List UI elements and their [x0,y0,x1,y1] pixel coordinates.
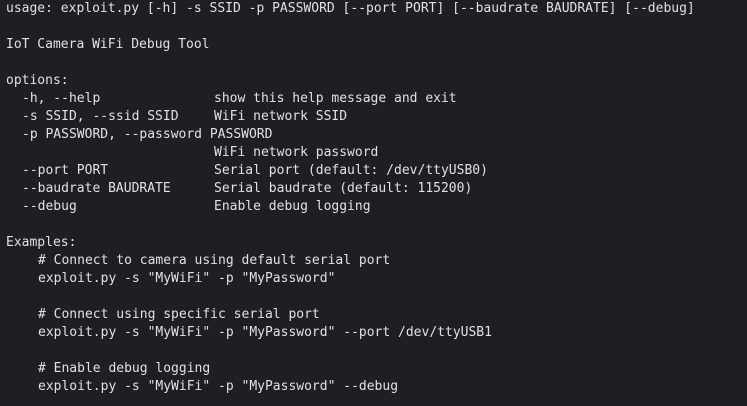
example-comment: # Enable debug logging [38,361,211,376]
usage-block: usage: exploit.py [-h] -s SSID -p PASSWO… [6,0,695,18]
option-row-port: --port PORT Serial port (default: /dev/tt… [6,162,488,180]
option-flag: --port PORT [22,163,109,178]
option-flag: --baudrate BAUDRATE [22,181,171,196]
option-help: WiFi network password [214,145,379,160]
option-row-baudrate: --baudrate BAUDRATE Serial baudrate (defa… [6,180,488,198]
description-block: IoT Camera WiFi Debug Tool [6,36,210,54]
example-command: exploit.py -s "MyWiFi" -p "MyPassword" -… [38,325,492,340]
option-help: Enable debug logging [214,199,371,214]
options-block: options: -h, --help show this help messag… [6,72,488,216]
example-comment: # Connect to camera using default serial… [38,253,391,268]
options-header: options: [6,73,69,88]
example-command: exploit.py -s "MyWiFi" -p "MyPassword" [38,271,336,286]
option-row-ssid: -s SSID, --ssid SSID WiFi network SSID [6,108,488,126]
option-help: WiFi network SSID [214,109,348,124]
option-row-debug: --debug Enable debug logging [6,198,488,216]
examples-header: Examples: [6,235,77,250]
option-row-password-help: WiFi network password [6,144,488,162]
usage-line: usage: exploit.py [-h] -s SSID -p PASSWO… [6,1,695,16]
option-flag: -s SSID, --ssid SSID [22,109,179,124]
example-command: exploit.py -s "MyWiFi" -p "MyPassword" -… [38,379,399,394]
option-flag: -h, --help [22,91,101,106]
option-help: Serial port (default: /dev/ttyUSB0) [214,163,488,178]
option-help: Serial baudrate (default: 115200) [214,181,473,196]
option-row-help: -h, --help show this help message and exi… [6,90,488,108]
tool-description: IoT Camera WiFi Debug Tool [6,37,210,52]
option-row-password: -p PASSWORD, --password PASSWORD [6,126,488,144]
option-flag: -p PASSWORD, --password PASSWORD [22,127,273,142]
examples-block: Examples: # Connect to camera using defa… [6,234,492,396]
option-help: show this help message and exit [214,91,457,106]
example-comment: # Connect using specific serial port [38,307,320,322]
option-flag: --debug [22,199,77,214]
terminal-window[interactable]: usage: exploit.py [-h] -s SSID -p PASSWO… [0,0,747,406]
